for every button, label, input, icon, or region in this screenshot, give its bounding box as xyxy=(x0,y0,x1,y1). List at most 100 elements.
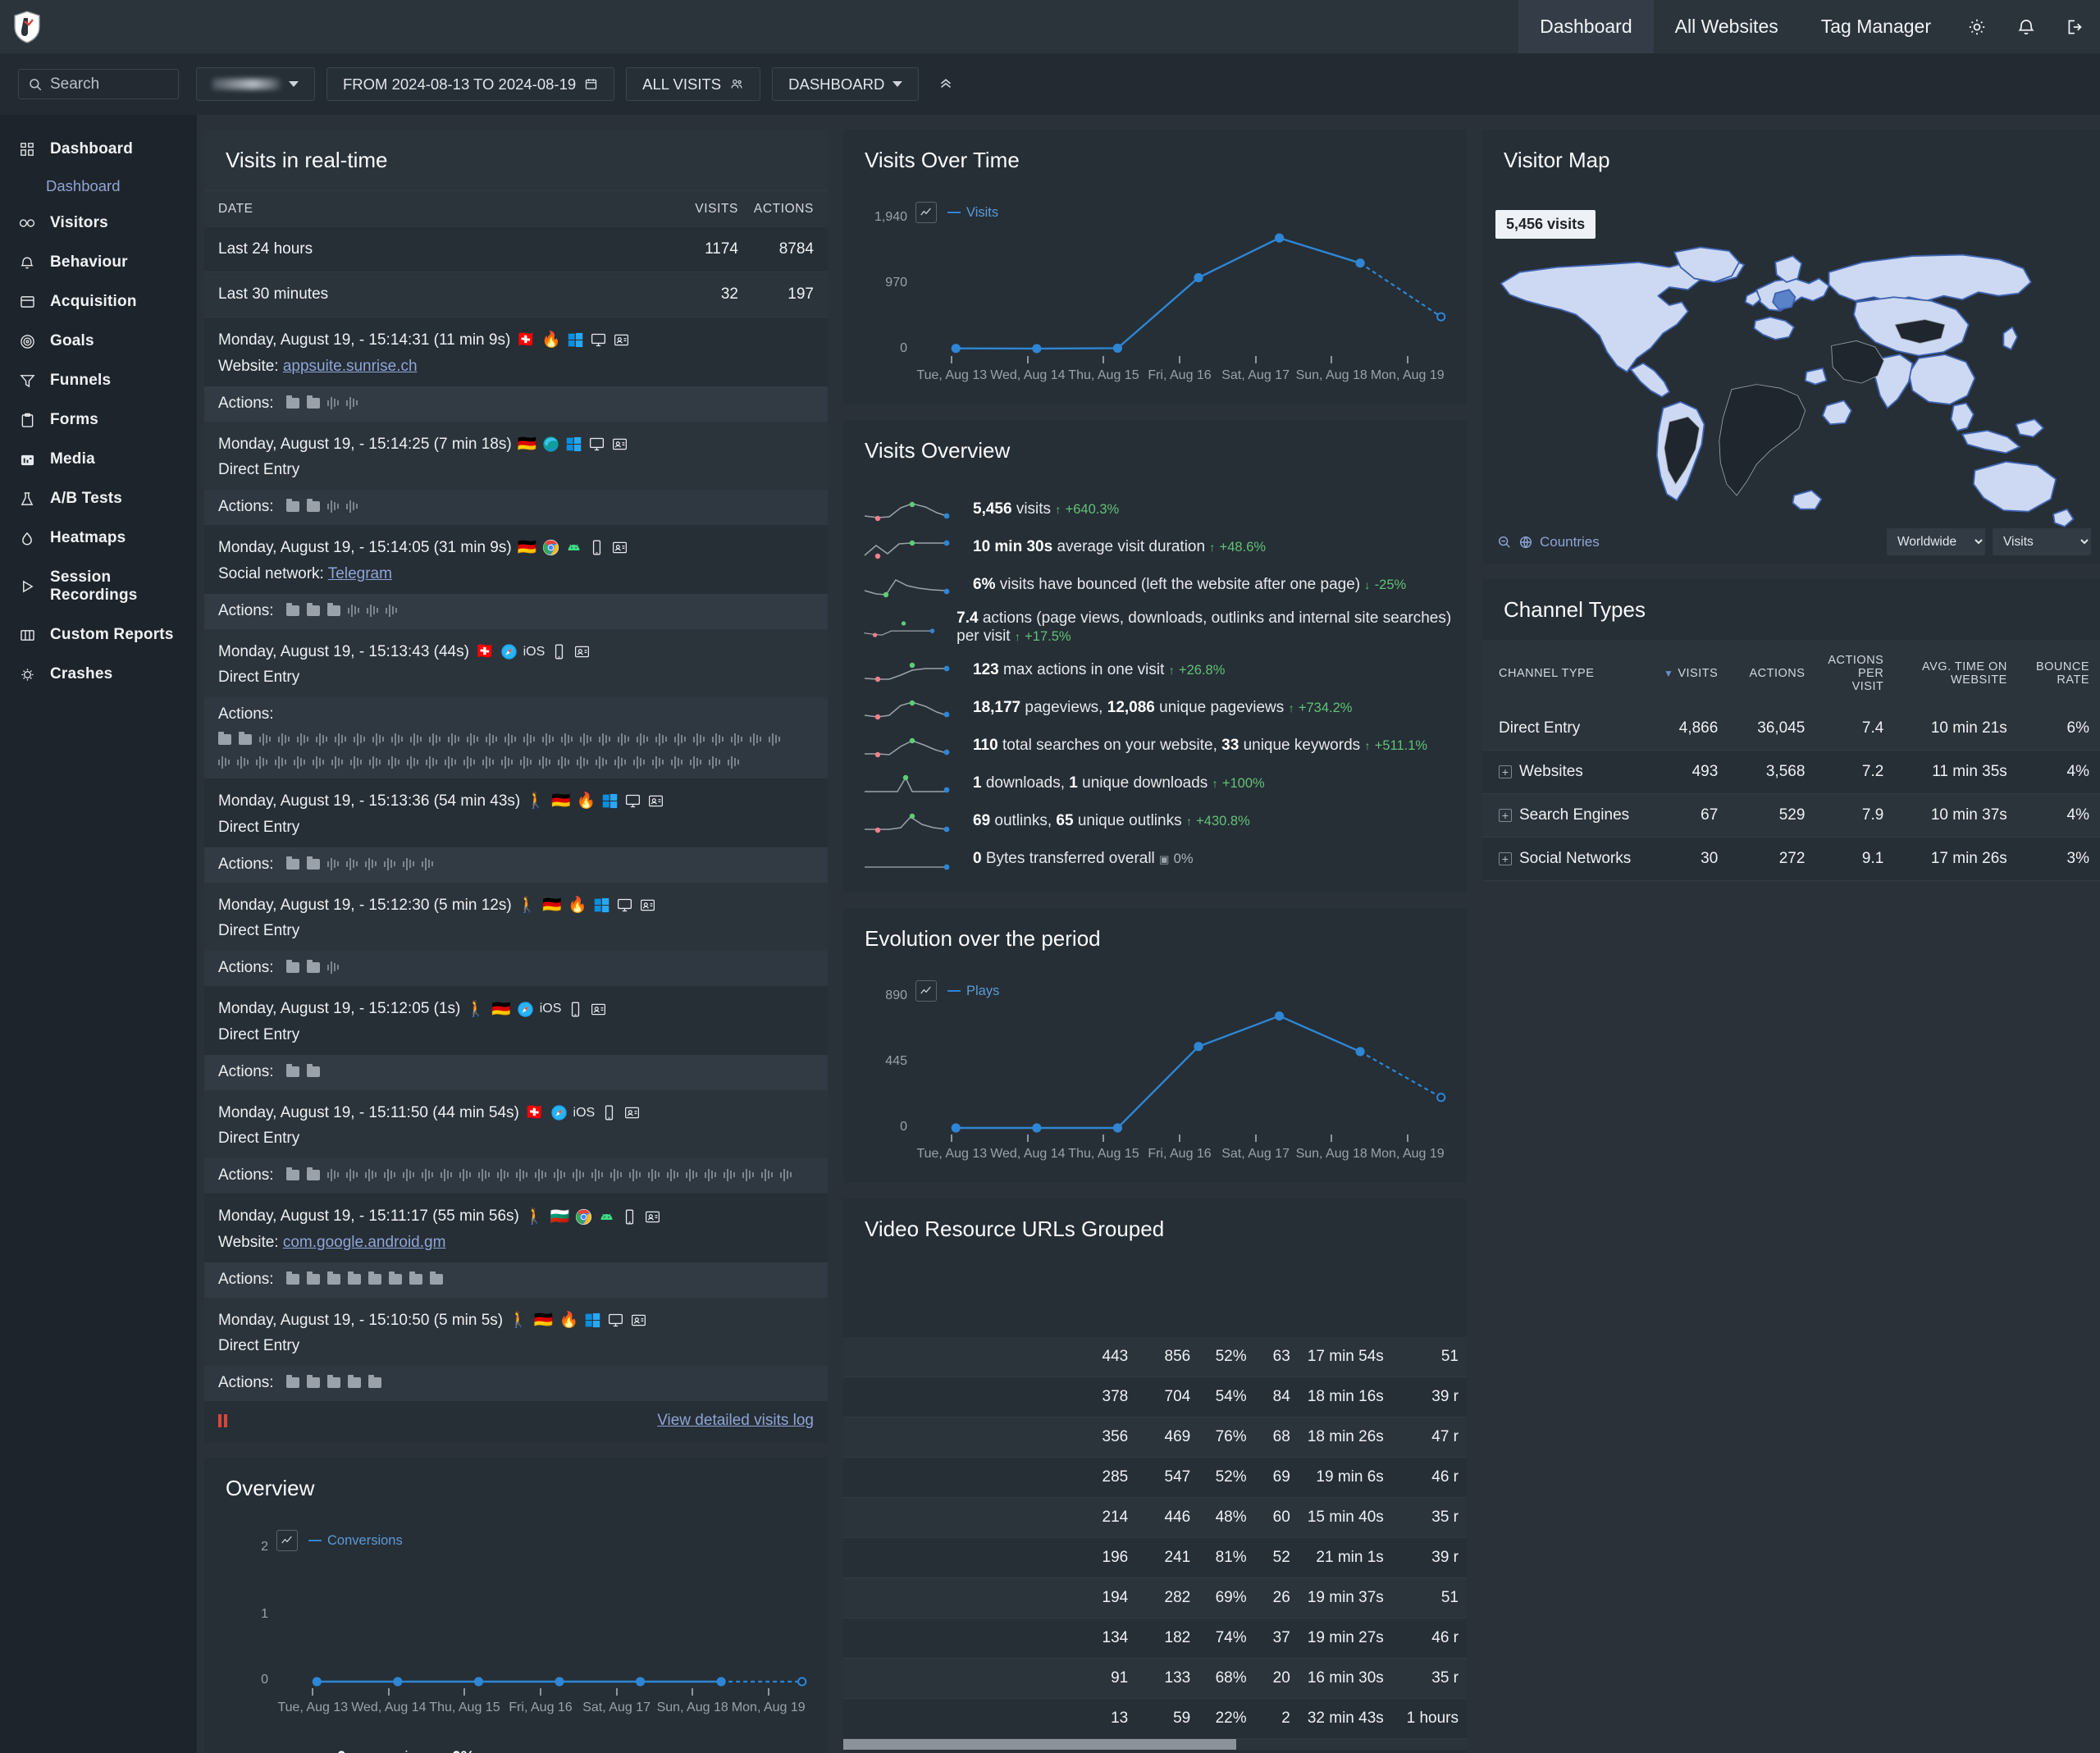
sidebar-subitem-dashboard[interactable]: Dashboard xyxy=(0,169,197,203)
media-action-icon[interactable] xyxy=(685,1168,697,1182)
logout-icon[interactable] xyxy=(2051,0,2100,53)
page-action-icon[interactable] xyxy=(306,395,320,409)
page-action-icon[interactable] xyxy=(306,1271,320,1285)
page-action-icon[interactable] xyxy=(218,732,231,746)
media-action-icon[interactable] xyxy=(326,396,339,410)
page-action-icon[interactable] xyxy=(285,1271,299,1285)
table-row[interactable]: + Social Networks 30 272 9.1 17 min 26s 3… xyxy=(1482,837,2100,881)
media-action-icon[interactable] xyxy=(553,1168,565,1182)
table-row[interactable]: + Search Engines 67 529 7.9 10 min 37s 4% xyxy=(1482,793,2100,838)
media-action-icon[interactable] xyxy=(501,756,513,769)
media-action-icon[interactable] xyxy=(704,1168,716,1182)
media-action-icon[interactable] xyxy=(712,733,724,746)
page-action-icon[interactable] xyxy=(285,1063,299,1077)
page-action-icon[interactable] xyxy=(347,1375,361,1389)
media-action-icon[interactable] xyxy=(326,961,339,975)
media-action-icon[interactable] xyxy=(482,756,494,769)
media-action-icon[interactable] xyxy=(218,756,230,769)
media-action-icon[interactable] xyxy=(366,604,378,618)
media-action-icon[interactable] xyxy=(637,733,648,746)
visitor-profile-icon[interactable] xyxy=(590,1001,607,1018)
page-action-icon[interactable] xyxy=(285,1167,299,1181)
referrer-link[interactable]: appsuite.sunrise.ch xyxy=(283,358,418,375)
sidebar-item-dashboard[interactable]: Dashboard xyxy=(0,130,197,169)
media-action-icon[interactable] xyxy=(297,733,308,746)
media-action-icon[interactable] xyxy=(558,756,569,769)
media-action-icon[interactable] xyxy=(561,733,573,746)
chart-type-icon[interactable] xyxy=(276,1530,298,1552)
media-action-icon[interactable] xyxy=(347,604,359,618)
visitor-profile-icon[interactable] xyxy=(644,1208,661,1226)
sidebar-item-acquisition[interactable]: Acquisition xyxy=(0,282,197,322)
world-map[interactable]: 5,456 visits Countries Worldwide Visits xyxy=(1482,190,2100,564)
page-action-icon[interactable] xyxy=(326,602,340,616)
media-action-icon[interactable] xyxy=(463,756,475,769)
page-action-icon[interactable] xyxy=(368,1375,381,1389)
media-action-icon[interactable] xyxy=(671,756,682,769)
media-action-icon[interactable] xyxy=(769,733,780,746)
sidebar-item-visitors[interactable]: Visitors xyxy=(0,203,197,243)
media-action-icon[interactable] xyxy=(383,857,395,871)
sidebar-item-session-recordings[interactable]: Session Recordings xyxy=(0,558,197,615)
page-action-icon[interactable] xyxy=(306,1063,320,1077)
media-action-icon[interactable] xyxy=(467,733,478,746)
table-row[interactable]: 91 133 68% 20 16 min 30s 35 r xyxy=(843,1658,1467,1699)
visitor-profile-icon[interactable] xyxy=(613,331,630,349)
media-action-icon[interactable] xyxy=(779,1168,792,1182)
media-action-icon[interactable] xyxy=(596,756,607,769)
media-action-icon[interactable] xyxy=(666,1168,678,1182)
media-action-icon[interactable] xyxy=(459,1168,471,1182)
page-action-icon[interactable] xyxy=(285,1375,299,1389)
media-action-icon[interactable] xyxy=(572,1168,584,1182)
media-action-icon[interactable] xyxy=(345,500,358,514)
column-header-visits[interactable]: ▼ VISITS xyxy=(1648,640,1730,707)
media-action-icon[interactable] xyxy=(477,1168,490,1182)
gear-icon[interactable] xyxy=(1952,0,2002,53)
media-action-icon[interactable] xyxy=(407,756,418,769)
media-action-icon[interactable] xyxy=(313,756,324,769)
media-action-icon[interactable] xyxy=(693,733,705,746)
media-action-icon[interactable] xyxy=(633,756,645,769)
media-action-icon[interactable] xyxy=(421,1168,433,1182)
media-action-icon[interactable] xyxy=(750,733,761,746)
column-header-avg-time[interactable]: AVG. TIME ON WEBSITE xyxy=(1895,640,2019,707)
referrer-link[interactable]: com.google.android.gm xyxy=(283,1234,446,1251)
media-action-icon[interactable] xyxy=(402,1168,414,1182)
media-action-icon[interactable] xyxy=(316,733,327,746)
media-action-icon[interactable] xyxy=(350,756,362,769)
media-action-icon[interactable] xyxy=(331,756,343,769)
media-action-icon[interactable] xyxy=(709,756,720,769)
view-visits-log-link[interactable]: View detailed visits log xyxy=(657,1412,814,1430)
table-row[interactable]: 196 241 81% 52 21 min 1s 39 r xyxy=(843,1537,1467,1578)
topnav-item-dashboard[interactable]: Dashboard xyxy=(1518,0,1654,53)
media-action-icon[interactable] xyxy=(383,1168,395,1182)
sidebar-item-forms[interactable]: Forms xyxy=(0,400,197,440)
media-action-icon[interactable] xyxy=(345,396,358,410)
media-action-icon[interactable] xyxy=(410,733,422,746)
media-action-icon[interactable] xyxy=(577,756,588,769)
visitor-profile-icon[interactable] xyxy=(630,1312,647,1329)
expand-row-icon[interactable]: + xyxy=(1499,765,1512,778)
page-action-icon[interactable] xyxy=(306,960,320,974)
media-action-icon[interactable] xyxy=(335,733,346,746)
media-action-icon[interactable] xyxy=(402,857,414,871)
legend-series-conversions[interactable]: Conversions xyxy=(308,1533,403,1549)
map-metric-select[interactable]: Visits xyxy=(1993,528,2091,555)
media-action-icon[interactable] xyxy=(496,1168,509,1182)
page-action-icon[interactable] xyxy=(306,1375,320,1389)
page-action-icon[interactable] xyxy=(388,1271,402,1285)
media-action-icon[interactable] xyxy=(354,733,365,746)
media-action-icon[interactable] xyxy=(690,756,701,769)
topnav-item-tag-manager[interactable]: Tag Manager xyxy=(1800,0,1952,53)
media-action-icon[interactable] xyxy=(486,733,497,746)
table-row[interactable]: 285 547 52% 69 19 min 6s 46 r xyxy=(843,1457,1467,1498)
page-action-icon[interactable] xyxy=(326,1271,340,1285)
table-row[interactable]: 443 856 52% 63 17 min 54s 51 xyxy=(843,1337,1467,1377)
media-action-icon[interactable] xyxy=(256,756,267,769)
media-action-icon[interactable] xyxy=(599,733,610,746)
table-row[interactable]: 356 469 76% 68 18 min 26s 47 r xyxy=(843,1417,1467,1458)
table-row[interactable]: 378 704 54% 84 18 min 16s 39 r xyxy=(843,1376,1467,1417)
media-action-icon[interactable] xyxy=(326,1168,339,1182)
media-action-icon[interactable] xyxy=(523,733,535,746)
media-action-icon[interactable] xyxy=(440,1168,452,1182)
